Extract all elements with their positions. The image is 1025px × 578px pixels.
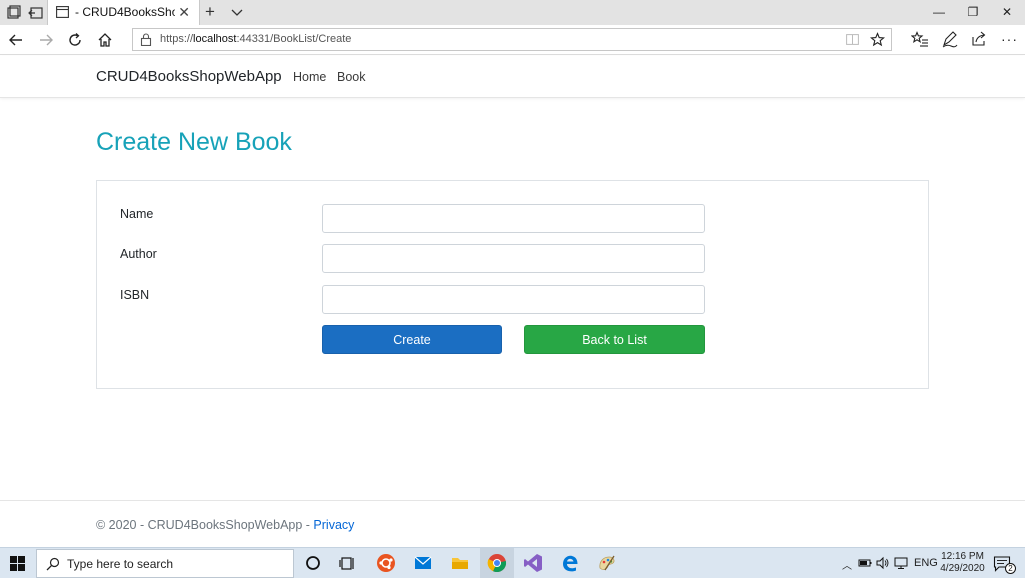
restore-icon[interactable]: ❐ (956, 0, 990, 25)
clock-date: 4/29/2020 (940, 563, 985, 574)
show-hidden-icons-chevron-icon[interactable]: ︿ (842, 557, 852, 572)
close-window-icon[interactable]: ✕ (990, 0, 1024, 25)
ubuntu-app-icon[interactable] (376, 553, 396, 573)
tab-title: - CRUD4BooksShopWeb (75, 5, 175, 19)
taskbar-clock[interactable]: 12:16 PM 4/29/2020 (940, 551, 985, 575)
taskbar-search[interactable]: Type here to search (36, 549, 294, 578)
pen-notes-icon[interactable] (941, 30, 959, 48)
copyright-text: © 2020 - CRUD4BooksShopWebApp - (96, 518, 314, 532)
lock-icon (140, 33, 152, 46)
url-text: https://localhost:44331/BookList/Create (160, 33, 352, 45)
mail-icon[interactable] (413, 553, 433, 573)
cortana-icon[interactable] (303, 553, 323, 573)
browser-tab[interactable]: - CRUD4BooksShopWeb ✕ (47, 0, 200, 25)
site-footer: © 2020 - CRUD4BooksShopWebApp - Privacy (0, 500, 1025, 547)
author-input[interactable] (322, 244, 705, 273)
nav-home-link[interactable]: Home (293, 70, 326, 84)
network-icon[interactable] (894, 556, 908, 570)
name-input[interactable] (322, 204, 705, 233)
refresh-icon[interactable] (65, 30, 85, 50)
language-indicator[interactable]: ENG (914, 557, 938, 569)
create-button[interactable]: Create (322, 325, 502, 354)
isbn-label: ISBN (120, 288, 150, 302)
notification-count-badge: 2 (1005, 563, 1016, 574)
task-view-icon[interactable] (338, 553, 358, 573)
file-explorer-icon[interactable] (450, 553, 470, 573)
minimize-icon[interactable]: — (922, 0, 956, 25)
set-tabs-aside-icon[interactable] (28, 5, 44, 21)
visual-studio-icon[interactable] (523, 553, 543, 573)
author-label: Author (120, 247, 157, 261)
privacy-link[interactable]: Privacy (313, 518, 354, 532)
forward-arrow-icon[interactable] (36, 30, 56, 50)
back-to-list-button[interactable]: Back to List (524, 325, 705, 354)
browser-nav-bar: https://localhost:44331/BookList/Create … (0, 25, 1025, 55)
nav-book-link[interactable]: Book (337, 70, 366, 84)
chevron-down-icon[interactable] (230, 5, 244, 19)
edge-icon[interactable] (560, 553, 580, 573)
isbn-input[interactable] (322, 285, 705, 314)
close-tab-icon[interactable]: ✕ (178, 4, 190, 21)
tab-actions-icon[interactable] (6, 5, 22, 21)
more-options-icon[interactable]: ··· (1001, 31, 1018, 47)
footer-text: © 2020 - CRUD4BooksShopWebApp - Privacy (96, 518, 354, 532)
windows-start-icon[interactable] (10, 556, 25, 571)
share-icon[interactable] (970, 30, 988, 48)
favorites-hub-icon[interactable] (911, 30, 929, 48)
site-navbar: CRUD4BooksShopWebApp Home Book (0, 56, 1025, 98)
new-tab-icon[interactable]: + (205, 3, 215, 21)
create-book-form: Name Author ISBN Create Back to List (96, 180, 929, 389)
home-icon[interactable] (95, 30, 115, 50)
search-placeholder: Type here to search (67, 557, 174, 571)
search-icon (46, 557, 60, 571)
brand-link[interactable]: CRUD4BooksShopWebApp (96, 68, 282, 85)
browser-tab-strip: - CRUD4BooksShopWeb ✕ + — ❐ ✕ (0, 0, 1025, 25)
volume-icon[interactable] (876, 556, 890, 570)
name-label: Name (120, 207, 154, 221)
clock-time: 12:16 PM (941, 551, 984, 562)
address-bar[interactable]: https://localhost:44331/BookList/Create (132, 28, 892, 51)
back-arrow-icon[interactable] (6, 30, 26, 50)
paint-icon[interactable] (597, 553, 617, 573)
reading-view-icon[interactable] (846, 33, 859, 46)
page-title: Create New Book (96, 128, 292, 156)
windows-taskbar: Type here to search ︿ ENG 12:16 PM 4/29/… (0, 547, 1025, 578)
chrome-icon[interactable] (487, 553, 507, 573)
star-icon[interactable] (870, 32, 885, 47)
battery-icon[interactable] (858, 556, 872, 570)
page-icon (56, 6, 69, 18)
